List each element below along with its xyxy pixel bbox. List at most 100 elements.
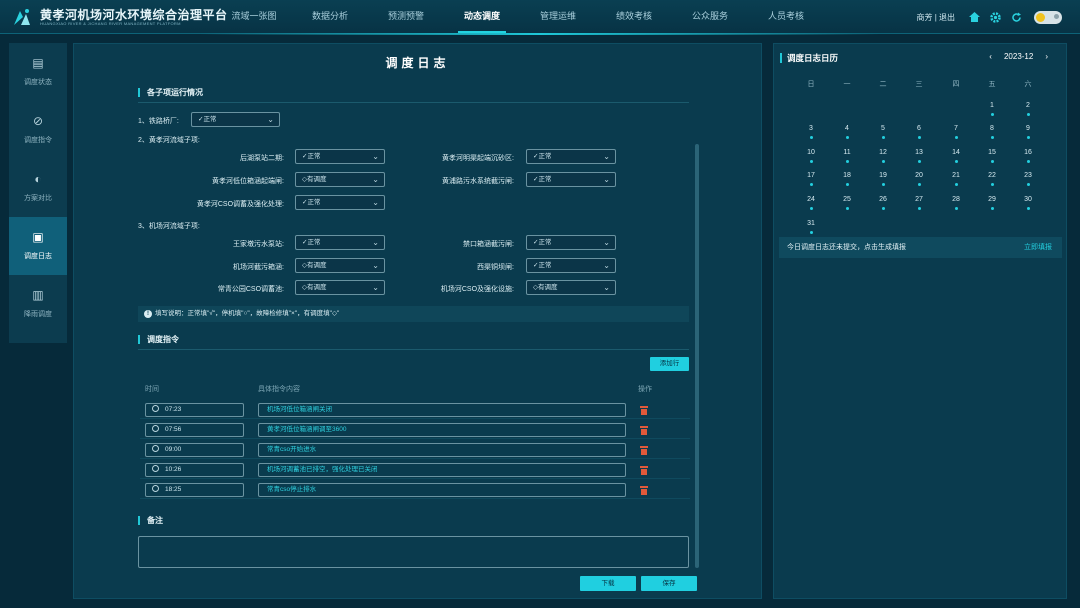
sidebar-item-instruction[interactable]: ⊘ 调度指令 [9, 101, 67, 159]
time-input[interactable]: 10:26 [145, 463, 244, 477]
calendar-day[interactable]: 15 [982, 149, 1002, 156]
nav-item-analysis[interactable]: 数据分析 [292, 0, 368, 34]
home-icon[interactable] [967, 10, 981, 24]
chevron-down-icon: ⌄ [603, 152, 610, 161]
calendar-day[interactable]: 13 [909, 149, 929, 156]
dispatch-log-panel: 调度日志 各子项运行情况 1、铁路桥厂: ✓正常 ⌄ 2、黄孝河流域子项: 后湖泵… [73, 43, 762, 599]
scrollbar[interactable] [695, 144, 699, 568]
jccso-status-select[interactable]: ◇有调度 ⌄ [526, 280, 616, 295]
hxcso-status-select[interactable]: ✓正常 ⌄ [295, 195, 385, 210]
calendar-day[interactable]: 6 [909, 125, 929, 132]
time-input[interactable]: 18:25 [145, 483, 244, 497]
theme-toggle[interactable] [1034, 10, 1062, 24]
calendar-day[interactable]: 27 [909, 196, 929, 203]
log-dot-icon [990, 113, 994, 116]
refresh-icon[interactable] [1009, 10, 1023, 24]
calendar-day[interactable]: 14 [946, 149, 966, 156]
jichang-status-select[interactable]: ◇有调度 ⌄ [295, 258, 385, 273]
calendar-day[interactable]: 28 [946, 196, 966, 203]
delete-icon[interactable] [640, 446, 648, 455]
sidebar-item-log[interactable]: ▣ 调度日志 [9, 217, 67, 275]
weekday-label: 三 [915, 81, 923, 88]
calendar-day[interactable]: 3 [801, 125, 821, 132]
calendar-day[interactable]: 7 [946, 125, 966, 132]
select-value: ✓正常 [533, 176, 552, 183]
calendar-day[interactable]: 30 [1018, 196, 1038, 203]
huangpu-status-select[interactable]: ✓正常 ⌄ [526, 172, 616, 187]
xiqu-status-select[interactable]: ✓正常 ⌄ [526, 258, 616, 273]
calendar-day[interactable]: 2 [1018, 102, 1038, 109]
calendar-day[interactable]: 31 [801, 220, 821, 227]
calendar-day[interactable]: 22 [982, 172, 1002, 179]
nav-item-map[interactable]: 流域一张图 [216, 0, 292, 34]
calendar-day[interactable]: 24 [801, 196, 821, 203]
houhu-status-select[interactable]: ✓正常 ⌄ [295, 149, 385, 164]
railway-status-select[interactable]: ✓正常 ⌄ [191, 112, 280, 127]
command-input[interactable]: 机场河低位箱涵闸关闭 [258, 403, 626, 417]
nav-item-public[interactable]: 公众服务 [672, 0, 748, 34]
sidebar-item-compare[interactable]: ◐ 方案对比 [9, 159, 67, 217]
chevron-right-icon[interactable]: › [1045, 52, 1048, 61]
log-dot-icon [881, 207, 885, 210]
main-nav: 流域一张图 数据分析 预测预警 动态调度 管理运维 绩效考核 公众服务 人员考核 [216, 0, 824, 34]
calendar-day[interactable]: 20 [909, 172, 929, 179]
log-dot-icon [917, 136, 921, 139]
time-input[interactable]: 09:00 [145, 443, 244, 457]
chevron-left-icon[interactable]: ‹ [989, 52, 992, 61]
delete-icon[interactable] [640, 466, 648, 475]
delete-icon[interactable] [640, 426, 648, 435]
download-button[interactable]: 下载 [580, 576, 636, 591]
command-input[interactable]: 机场河调蓄池已排空，强化处理已关闭 [258, 463, 626, 477]
calendar-day[interactable]: 25 [837, 196, 857, 203]
user-logout[interactable]: 商芳 | 退出 [916, 12, 955, 23]
page-title: 调度日志 [385, 56, 450, 70]
command-input[interactable]: 常青cso停止排水 [258, 483, 626, 497]
weekday-label: 五 [988, 81, 996, 88]
calendar-day[interactable]: 5 [873, 125, 893, 132]
calendar-day[interactable]: 26 [873, 196, 893, 203]
nav-item-performance[interactable]: 绩效考核 [596, 0, 672, 34]
log-dot-icon [990, 183, 994, 186]
calendar-day[interactable]: 10 [801, 149, 821, 156]
sidebar-item-status[interactable]: ▤ 调度状态 [9, 43, 67, 101]
save-button[interactable]: 保存 [641, 576, 697, 591]
calendar-day[interactable]: 29 [982, 196, 1002, 203]
changqing-status-select[interactable]: ◇有调度 ⌄ [295, 280, 385, 295]
command-input[interactable]: 黄孝河低位箱涵闸调至3600 [258, 423, 626, 437]
calendar-day[interactable]: 19 [873, 172, 893, 179]
group-label-huangxiao: 2、黄孝河流域子项: [138, 137, 200, 144]
calendar-day[interactable]: 9 [1018, 125, 1038, 132]
add-row-button[interactable]: 添加行 [650, 357, 689, 371]
calendar-day[interactable]: 21 [946, 172, 966, 179]
delete-icon[interactable] [640, 406, 648, 415]
dikou-status-select[interactable]: ◇有调度 ⌄ [295, 172, 385, 187]
sidebar-item-label: 调度状态 [24, 79, 52, 86]
jinkou-status-select[interactable]: ✓正常 ⌄ [526, 235, 616, 250]
command-input[interactable]: 常青cso开始进水 [258, 443, 626, 457]
delete-icon[interactable] [640, 486, 648, 495]
calendar-day[interactable]: 23 [1018, 172, 1038, 179]
sidebar-item-label: 降雨调度 [24, 311, 52, 318]
sidebar-item-rain[interactable]: ▥ 降雨调度 [9, 275, 67, 333]
calendar-day[interactable]: 11 [837, 149, 857, 156]
wangjiadun-status-select[interactable]: ✓正常 ⌄ [295, 235, 385, 250]
gear-icon[interactable] [988, 10, 1002, 24]
calendar-day[interactable]: 18 [837, 172, 857, 179]
calendar-day[interactable]: 12 [873, 149, 893, 156]
calendar-day[interactable]: 16 [1018, 149, 1038, 156]
nav-item-forecast[interactable]: 预测预警 [368, 0, 444, 34]
calendar-day[interactable]: 8 [982, 125, 1002, 132]
calendar-day[interactable]: 1 [982, 102, 1002, 109]
nav-item-ops[interactable]: 管理运维 [520, 0, 596, 34]
time-input[interactable]: 07:23 [145, 403, 244, 417]
fill-now-link[interactable]: 立即填报 [1024, 237, 1052, 258]
mingqu-status-select[interactable]: ✓正常 ⌄ [526, 149, 616, 164]
calendar-day[interactable]: 17 [801, 172, 821, 179]
nav-item-dispatch[interactable]: 动态调度 [444, 0, 520, 34]
nav-item-staff[interactable]: 人员考核 [748, 0, 824, 34]
notice-text: 填写说明：正常填"√"，停机填"○"，故障检修填"×"，有调度填"◇" [155, 310, 340, 317]
calendar-day[interactable]: 4 [837, 125, 857, 132]
clock-icon [152, 485, 159, 492]
time-input[interactable]: 07:56 [145, 423, 244, 437]
remarks-textarea[interactable] [138, 536, 689, 568]
